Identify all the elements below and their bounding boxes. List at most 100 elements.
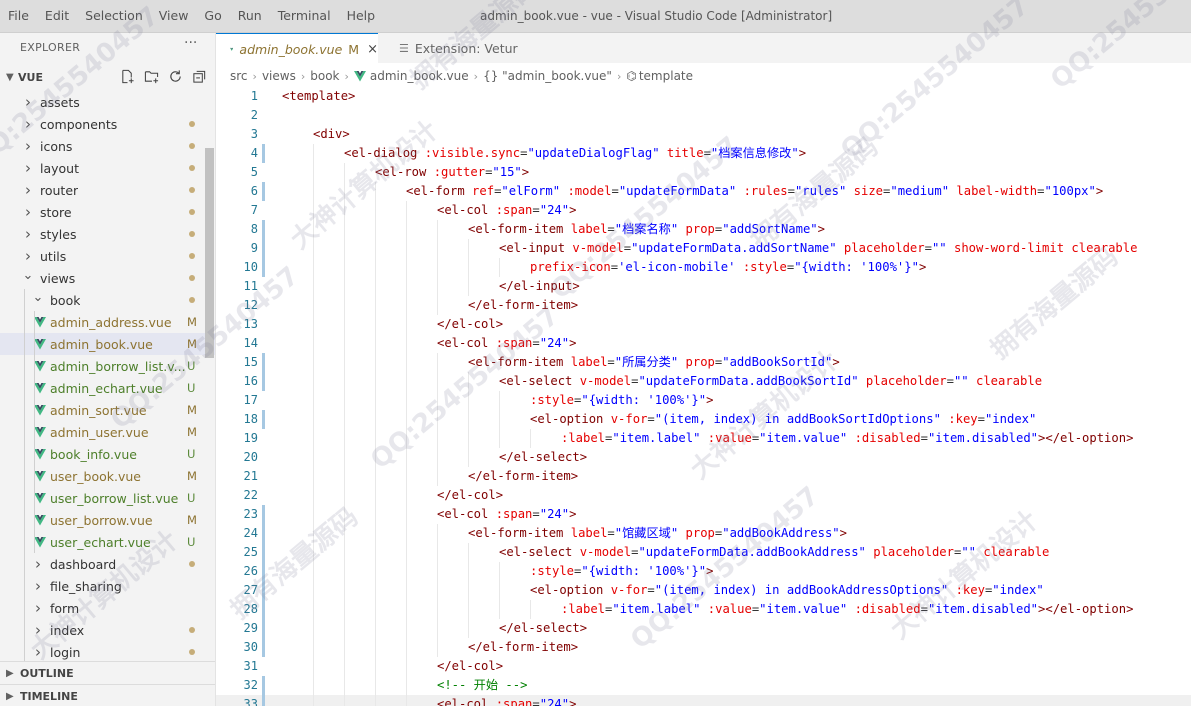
folder-item[interactable]: › utils <box>0 245 215 267</box>
code-line[interactable]: 20 </el-select> <box>216 448 1191 467</box>
code-line[interactable]: 1 <template> <box>216 88 1191 106</box>
folder-item[interactable]: › components <box>0 113 215 135</box>
file-item[interactable]: admin_sort.vue M <box>0 399 215 421</box>
folder-item[interactable]: › index <box>0 619 215 641</box>
folder-item[interactable]: › layout <box>0 157 215 179</box>
breadcrumb-item[interactable]: views <box>262 69 296 83</box>
collapse-all-icon[interactable] <box>191 68 207 84</box>
folder-item[interactable]: › dashboard <box>0 553 215 575</box>
file-item[interactable]: admin_book.vue M <box>0 333 215 355</box>
code-line[interactable]: 31 </el-col> <box>216 657 1191 676</box>
breadcrumb-item[interactable]: admin_book.vue <box>370 69 469 83</box>
file-item[interactable]: admin_address.vue M <box>0 311 215 333</box>
indent-guide <box>34 399 35 421</box>
code-line[interactable]: 14 <el-col :span="24"> <box>216 334 1191 353</box>
code-line[interactable]: 27 <el-option v-for="(item, index) in add… <box>216 581 1191 600</box>
code-line[interactable]: 30 </el-form-item> <box>216 638 1191 657</box>
tab-extension-vetur[interactable]: ☰ Extension: Vetur <box>379 33 529 63</box>
file-item[interactable]: user_borrow.vue M <box>0 509 215 531</box>
code-editor[interactable]: 1 <template> 2 3 <div> 4 <el-dialog :visible.s… <box>216 88 1191 706</box>
code-token: > <box>569 203 577 217</box>
folder-item[interactable]: › styles <box>0 223 215 245</box>
code-line[interactable]: 2 <box>216 106 1191 125</box>
code-token: "馆藏区域" <box>614 526 679 540</box>
folder-item[interactable]: ⌄ book <box>0 289 215 311</box>
indent-guide <box>344 201 345 220</box>
chevron-right-icon: › <box>300 69 306 83</box>
breadcrumb-item[interactable]: {} "admin_book.vue" <box>483 69 612 83</box>
tab-admin-book[interactable]: admin_book.vue M × <box>216 33 378 64</box>
file-item[interactable]: admin_borrow_list.v... U <box>0 355 215 377</box>
menu-item-terminal[interactable]: Terminal <box>270 0 339 32</box>
menu-item-edit[interactable]: Edit <box>37 0 77 32</box>
indent-guide <box>375 334 376 353</box>
file-item[interactable]: user_book.vue M <box>0 465 215 487</box>
code-line[interactable]: 3 <div> <box>216 125 1191 144</box>
refresh-icon[interactable] <box>167 68 183 84</box>
code-line[interactable]: 15 <el-form-item label="所属分类" prop="addBo… <box>216 353 1191 372</box>
file-item[interactable]: user_echart.vue U <box>0 531 215 553</box>
code-token: "(item, index) in addBookSortIdOptions" <box>654 412 941 426</box>
git-change-marker <box>262 676 265 695</box>
indent-guide <box>313 657 314 676</box>
code-line[interactable]: 8 <el-form-item label="档案名称" prop="addSor… <box>216 220 1191 239</box>
breadcrumb-item[interactable]: book <box>310 69 339 83</box>
code-line[interactable]: 26:style="{width: '100%'}"> <box>216 562 1191 581</box>
file-item[interactable]: admin_echart.vue U <box>0 377 215 399</box>
chevron-down-icon: ⌄ <box>22 267 34 283</box>
code-line[interactable]: 16 <el-select v-model = "updateFormData.add… <box>216 372 1191 391</box>
file-item[interactable]: admin_user.vue M <box>0 421 215 443</box>
menu-item-go[interactable]: Go <box>196 0 229 32</box>
code-line[interactable]: 7 <el-col :span="24"> <box>216 201 1191 220</box>
timeline-section[interactable]: ▶ TIMELINE <box>0 684 215 706</box>
code-line[interactable]: 33 <el-col :span="24"> <box>216 695 1191 706</box>
outline-section[interactable]: ▶ OUTLINE <box>0 661 215 684</box>
code-line[interactable]: 9 <el-input v-model="updateFormData.addSo… <box>216 239 1191 258</box>
code-line[interactable]: 10 prefix-icon='el-icon-mobile' :style="{… <box>216 258 1191 277</box>
git-status-badge: M <box>187 425 197 439</box>
code-line[interactable]: 18 <el-option v-for="(item, index) in add… <box>216 410 1191 429</box>
code-line[interactable]: 32 <!-- 开始 --> <box>216 676 1191 695</box>
breadcrumb-item[interactable]: template <box>639 69 693 83</box>
code-line[interactable]: 11 </el-input> <box>216 277 1191 296</box>
code-line[interactable]: 17:style="{width: '100%'}"> <box>216 391 1191 410</box>
folder-item[interactable]: › router <box>0 179 215 201</box>
new-file-icon[interactable] <box>119 68 135 84</box>
code-line[interactable]: 22 </el-col> <box>216 486 1191 505</box>
code-line[interactable]: 4 <el-dialog :visible.sync = "updateDialogF… <box>216 144 1191 163</box>
file-item[interactable]: user_borrow_list.vue U <box>0 487 215 509</box>
folder-item[interactable]: › store <box>0 201 215 223</box>
close-icon[interactable]: × <box>367 42 378 57</box>
menu-item-view[interactable]: View <box>151 0 197 32</box>
folder-item[interactable]: ⌄ views <box>0 267 215 289</box>
menu-item-help[interactable]: Help <box>339 0 384 32</box>
menu-item-file[interactable]: File <box>0 0 37 32</box>
more-actions-icon[interactable]: ··· <box>184 35 197 51</box>
code-line[interactable]: 19:label="item.label" :value="item.value… <box>216 429 1191 448</box>
folder-item[interactable]: › assets <box>0 91 215 113</box>
code-line[interactable]: 28:label="item.label" :value="item.value… <box>216 600 1191 619</box>
folder-item[interactable]: › icons <box>0 135 215 157</box>
code-line[interactable]: 24 <el-form-item label="馆藏区域" prop="addBo… <box>216 524 1191 543</box>
folder-item[interactable]: › login <box>0 641 215 663</box>
menu-item-run[interactable]: Run <box>230 0 270 32</box>
breadcrumb-item[interactable]: src <box>230 69 248 83</box>
code-token: :model <box>567 184 612 198</box>
code-line[interactable]: 21 </el-form-item> <box>216 467 1191 486</box>
code-line[interactable]: 12 </el-form-item> <box>216 296 1191 315</box>
code-line[interactable]: 5 <el-row :gutter="15"> <box>216 163 1191 182</box>
code-line[interactable]: 29 </el-select> <box>216 619 1191 638</box>
code-line[interactable]: 23 <el-col :span="24"> <box>216 505 1191 524</box>
file-item[interactable]: book_info.vue U <box>0 443 215 465</box>
folder-item[interactable]: › file_sharing <box>0 575 215 597</box>
code-line[interactable]: 13 </el-col> <box>216 315 1191 334</box>
folder-item[interactable]: › form <box>0 597 215 619</box>
code-line[interactable]: 25 <el-select v-model="updateFormData.add… <box>216 543 1191 562</box>
sidebar-scrollbar[interactable] <box>205 148 214 358</box>
code-line[interactable]: 6 <el-form ref="elForm" :model="updateFor… <box>216 182 1191 201</box>
new-folder-icon[interactable] <box>143 68 159 84</box>
menu-item-selection[interactable]: Selection <box>77 0 151 32</box>
indent-guide <box>375 486 376 505</box>
